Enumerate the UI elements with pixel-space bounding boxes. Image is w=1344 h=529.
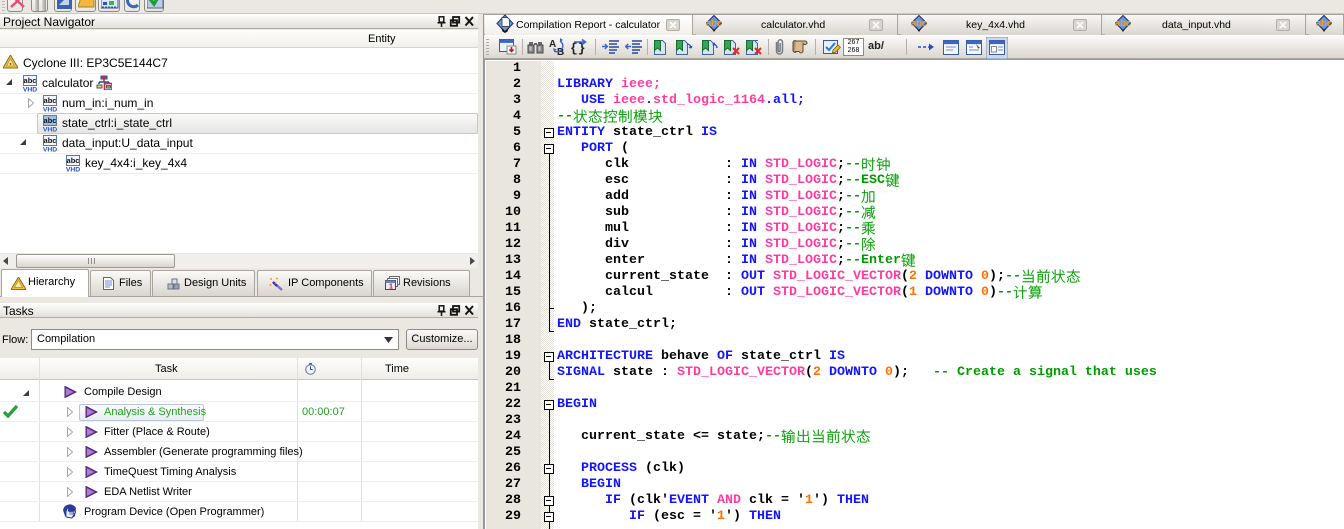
svg-text:1: 1 <box>389 284 393 291</box>
